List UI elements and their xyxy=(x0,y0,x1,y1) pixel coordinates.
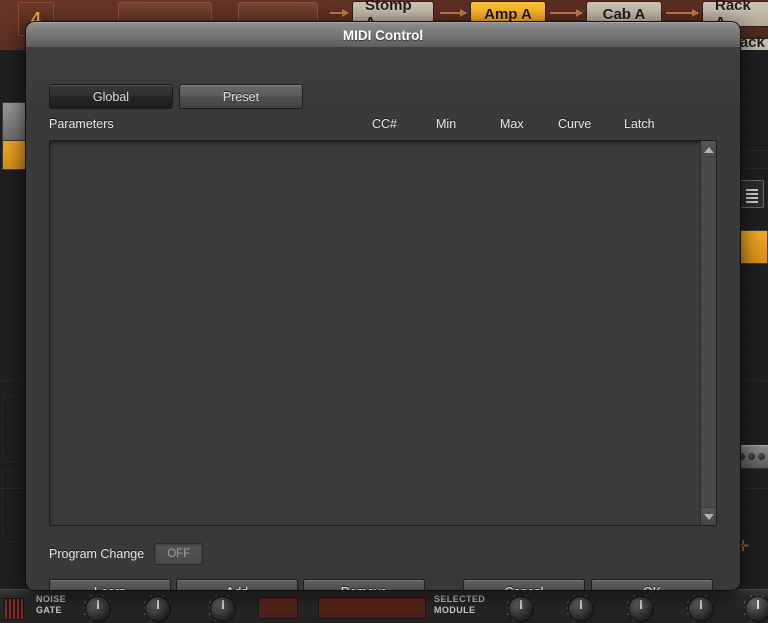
selected-module-label-line1: SELECTED xyxy=(434,594,486,604)
program-change-row: Program Change OFF xyxy=(49,543,204,565)
midi-control-dialog: MIDI Control Global Preset Parameters CC… xyxy=(26,22,740,590)
cancel-button[interactable]: Cancel xyxy=(463,579,585,590)
left-amber-slot[interactable] xyxy=(2,140,28,170)
selected-module-knob-2[interactable] xyxy=(568,596,594,622)
noise-gate-knob-3[interactable] xyxy=(210,596,236,622)
chain-arrow-4 xyxy=(666,9,699,17)
add-button[interactable]: Add xyxy=(176,579,298,590)
list-icon[interactable] xyxy=(740,180,764,208)
column-header-cc: CC# xyxy=(372,117,398,131)
indicator-display xyxy=(318,597,426,619)
scrollbar-track[interactable] xyxy=(701,158,716,508)
noise-gate-label: NOISE GATE xyxy=(36,594,66,616)
column-header-curve: Curve xyxy=(558,117,592,131)
column-header-max: Max xyxy=(500,117,524,131)
tab-preset[interactable]: Preset xyxy=(179,84,303,109)
parameter-list-scrollbar[interactable] xyxy=(700,141,716,525)
selected-module-knob-3[interactable] xyxy=(628,596,654,622)
triangle-up-icon xyxy=(703,146,714,153)
column-header-latch: Latch xyxy=(624,117,655,131)
program-change-value[interactable]: OFF xyxy=(154,543,204,565)
program-change-label: Program Change xyxy=(49,547,145,561)
dialog-titlebar: MIDI Control xyxy=(26,22,740,49)
selected-module-knob-5[interactable] xyxy=(745,596,768,622)
dialog-title: MIDI Control xyxy=(342,28,424,43)
right-amber-slot[interactable] xyxy=(738,230,768,264)
chain-arrow-2 xyxy=(440,9,467,17)
indicator-led-1 xyxy=(258,597,298,619)
chain-arrow-1 xyxy=(330,9,349,17)
parameter-list[interactable] xyxy=(49,140,717,526)
remove-button[interactable]: Remove xyxy=(303,579,425,590)
scroll-down-arrow[interactable] xyxy=(701,507,716,525)
dialog-body: Global Preset Parameters CC# Min Max Cur… xyxy=(26,47,740,590)
ok-button[interactable]: OK xyxy=(591,579,713,590)
left-frame-box xyxy=(2,395,26,462)
triangle-down-icon xyxy=(703,513,714,520)
chain-arrow-3 xyxy=(550,9,583,17)
tab-global[interactable]: Global xyxy=(49,84,173,109)
left-frame-box xyxy=(2,470,26,542)
vu-meter xyxy=(4,598,24,620)
scope-tab-group: Global Preset xyxy=(49,84,303,109)
selected-module-label-line2: MODULE xyxy=(434,605,476,615)
selected-module-knob-1[interactable] xyxy=(508,596,534,622)
noise-gate-label-line2: GATE xyxy=(36,605,62,615)
noise-gate-knob-1[interactable] xyxy=(85,596,111,622)
selected-module-label: SELECTED MODULE xyxy=(434,594,485,616)
column-header-row: Parameters CC# Min Max Curve Latch xyxy=(26,117,740,137)
learn-button[interactable]: Learn xyxy=(49,579,171,590)
scroll-up-arrow[interactable] xyxy=(701,141,716,159)
screen-root: 4 Stomp A Amp A Cab A Rack A Rack B xyxy=(0,0,768,623)
column-header-parameters: Parameters xyxy=(49,117,114,131)
selected-module-knob-4[interactable] xyxy=(688,596,714,622)
left-meter-slot xyxy=(2,102,28,142)
noise-gate-label-line1: NOISE xyxy=(36,594,67,604)
parameter-list-rows[interactable] xyxy=(50,141,700,525)
hardware-bottom-strip: NOISE GATE SELECTED MODULE xyxy=(0,589,768,623)
column-header-min: Min xyxy=(436,117,457,131)
noise-gate-knob-2[interactable] xyxy=(145,596,171,622)
